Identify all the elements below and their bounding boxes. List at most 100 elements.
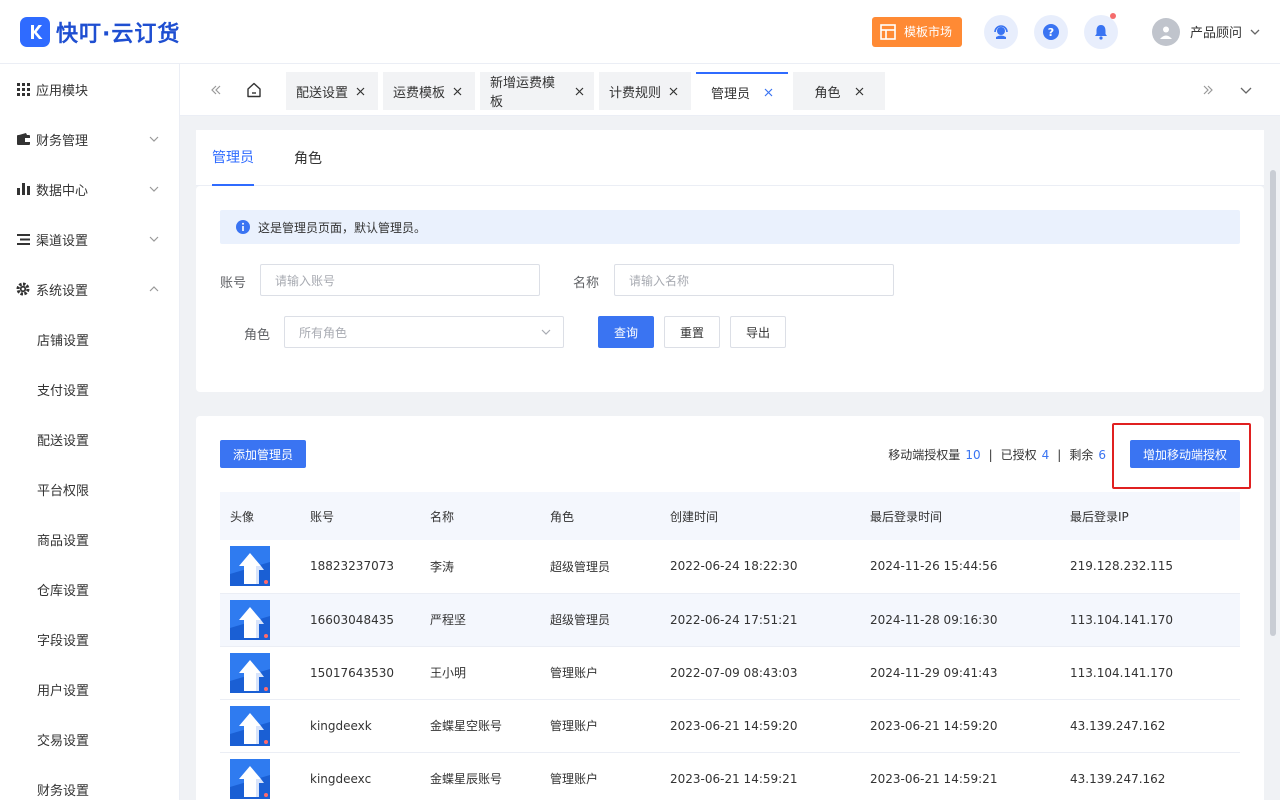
tab-billing-rules[interactable]: 计费规则 bbox=[599, 72, 691, 110]
subtab-admin[interactable]: 管理员 bbox=[212, 130, 254, 186]
sidebar: 应用模块 财务管理 数据中心 渠道设置 系统设置 店铺设置 支付设置 配送设置 … bbox=[0, 64, 180, 800]
role-select[interactable]: 所有角色 bbox=[284, 316, 564, 348]
tab-label: 管理员 bbox=[710, 86, 750, 102]
close-icon[interactable] bbox=[575, 87, 584, 96]
tab-freight-template[interactable]: 运费模板 bbox=[383, 72, 475, 110]
row-ip: 219.128.232.115 bbox=[1060, 540, 1240, 594]
logo-text: 快叮·云订货 bbox=[56, 21, 181, 47]
close-icon[interactable] bbox=[764, 88, 773, 97]
export-button[interactable]: 导出 bbox=[730, 316, 786, 348]
notification-button[interactable] bbox=[1083, 12, 1118, 49]
help-button[interactable]: ? bbox=[1033, 14, 1068, 49]
close-icon[interactable] bbox=[669, 87, 678, 96]
row-account: kingdeexc bbox=[300, 752, 420, 800]
sidebar-item-channel[interactable]: 渠道设置 bbox=[0, 214, 179, 264]
sidebar-item-system-settings[interactable]: 系统设置 bbox=[0, 264, 179, 314]
chevron-down-icon[interactable] bbox=[1234, 78, 1258, 102]
table-row[interactable]: 15017643530 王小明 管理账户 2022-07-09 08:43:03… bbox=[220, 646, 1240, 700]
tab-role[interactable]: 角色 bbox=[793, 72, 885, 110]
sidebar-subitem-permissions[interactable]: 平台权限 bbox=[0, 464, 179, 514]
row-name: 严程坚 bbox=[420, 593, 540, 647]
sidebar-subitem-finance[interactable]: 财务设置 bbox=[0, 764, 179, 800]
template-market-button[interactable]: 模板市场 bbox=[871, 16, 962, 47]
tab-delivery-settings[interactable]: 配送设置 bbox=[286, 72, 378, 110]
name-input[interactable]: 请输入名称 bbox=[614, 264, 894, 296]
sidebar-item-finance[interactable]: 财务管理 bbox=[0, 114, 179, 164]
col-avatar: 头像 bbox=[230, 509, 255, 524]
tab-label: 新增运费模板 bbox=[490, 76, 556, 110]
account-input[interactable]: 请输入账号 bbox=[260, 264, 540, 296]
sidebar-subitem-users[interactable]: 用户设置 bbox=[0, 664, 179, 714]
row-role: 管理账户 bbox=[540, 752, 660, 800]
user-name[interactable]: 产品顾问 bbox=[1190, 22, 1242, 41]
template-icon bbox=[880, 23, 896, 40]
filter-panel: 这是管理员页面，默认管理员。 账号 请输入账号 名称 请输入名称 角色 所有角色… bbox=[196, 186, 1264, 392]
row-ip: 113.104.141.170 bbox=[1060, 646, 1240, 700]
avatar[interactable] bbox=[1151, 17, 1180, 46]
alert-text: 这是管理员页面，默认管理员。 bbox=[258, 220, 427, 235]
stats-separator: | bbox=[988, 447, 993, 462]
logo[interactable]: 快叮·云订货 bbox=[20, 16, 180, 48]
avatar-image bbox=[230, 652, 270, 693]
row-avatar bbox=[220, 593, 300, 647]
row-name: 李涛 bbox=[420, 540, 540, 594]
info-icon bbox=[236, 220, 250, 234]
scroll-left-icon[interactable] bbox=[204, 78, 228, 102]
sidebar-item-label: 应用模块 bbox=[36, 83, 89, 99]
sidebar-subitem-store[interactable]: 店铺设置 bbox=[0, 314, 179, 364]
sub-tabs: 管理员 角色 bbox=[196, 130, 1264, 186]
sidebar-subitem-trade[interactable]: 交易设置 bbox=[0, 714, 179, 764]
template-market-label: 模板市场 bbox=[903, 25, 952, 39]
row-account: 16603048435 bbox=[300, 593, 420, 647]
customer-service-button[interactable] bbox=[983, 14, 1018, 49]
list-panel: 添加管理员 移动端授权量 10 | 已授权 4 | 剩余 6 增加移动端授权 头… bbox=[196, 416, 1264, 800]
chevron-down-icon[interactable] bbox=[1250, 27, 1260, 37]
remaining-label: 剩余 bbox=[1069, 448, 1094, 462]
info-alert: 这是管理员页面，默认管理员。 bbox=[220, 210, 1240, 244]
tab-new-freight-template[interactable]: 新增运费模板 bbox=[480, 72, 594, 110]
row-name: 王小明 bbox=[420, 646, 540, 700]
sidebar-subitem-payment[interactable]: 支付设置 bbox=[0, 364, 179, 414]
bell-icon bbox=[1094, 24, 1107, 40]
sidebar-subitem-delivery[interactable]: 配送设置 bbox=[0, 414, 179, 464]
row-ip: 43.139.247.162 bbox=[1060, 699, 1240, 753]
row-account: kingdeexk bbox=[300, 699, 420, 753]
close-icon[interactable] bbox=[356, 87, 365, 96]
sidebar-item-app-modules[interactable]: 应用模块 bbox=[0, 64, 179, 114]
sidebar-subitem-goods[interactable]: 商品设置 bbox=[0, 514, 179, 564]
add-admin-button[interactable]: 添加管理员 bbox=[220, 440, 306, 468]
notification-dot bbox=[1109, 12, 1116, 19]
name-placeholder: 请输入名称 bbox=[629, 273, 690, 288]
query-button[interactable]: 查询 bbox=[598, 316, 654, 348]
sidebar-subitem-warehouse[interactable]: 仓库设置 bbox=[0, 564, 179, 614]
scroll-right-icon[interactable] bbox=[1196, 78, 1220, 102]
col-role: 角色 bbox=[550, 509, 575, 524]
row-role: 管理账户 bbox=[540, 699, 660, 753]
reset-button[interactable]: 重置 bbox=[664, 316, 720, 348]
sidebar-subitem-fields[interactable]: 字段设置 bbox=[0, 614, 179, 664]
sidebar-item-label: 系统设置 bbox=[36, 283, 89, 299]
row-name: 金蝶星辰账号 bbox=[420, 752, 540, 800]
row-created: 2022-06-24 17:51:21 bbox=[660, 593, 860, 647]
mobile-auth-stats: 移动端授权量 10 | 已授权 4 | 剩余 6 bbox=[888, 446, 1106, 463]
col-last-login: 最后登录时间 bbox=[870, 509, 943, 524]
home-icon[interactable] bbox=[242, 78, 266, 102]
gear-icon bbox=[16, 282, 30, 296]
table-header-row: 头像 账号 名称 角色 创建时间 最后登录时间 最后登录IP bbox=[220, 492, 1240, 540]
tab-admin[interactable]: 管理员 bbox=[696, 72, 788, 110]
avatar-image bbox=[230, 758, 270, 799]
row-avatar bbox=[220, 540, 300, 594]
bar-chart-icon bbox=[16, 182, 30, 196]
sidebar-item-data-center[interactable]: 数据中心 bbox=[0, 164, 179, 214]
table-row[interactable]: 18823237073 李涛 超级管理员 2022-06-24 18:22:30… bbox=[220, 540, 1240, 594]
row-last-login: 2024-11-26 15:44:56 bbox=[860, 540, 1060, 594]
table-row[interactable]: kingdeexc 金蝶星辰账号 管理账户 2023-06-21 14:59:2… bbox=[220, 752, 1240, 800]
close-icon[interactable] bbox=[453, 87, 462, 96]
highlight-box bbox=[1112, 423, 1251, 489]
svg-text:?: ? bbox=[1048, 26, 1054, 39]
subtab-role[interactable]: 角色 bbox=[294, 130, 322, 186]
table-row[interactable]: kingdeexk 金蝶星空账号 管理账户 2023-06-21 14:59:2… bbox=[220, 699, 1240, 753]
scrollbar[interactable] bbox=[1270, 170, 1276, 636]
table-row[interactable]: 16603048435 严程坚 超级管理员 2022-06-24 17:51:2… bbox=[220, 593, 1240, 647]
close-icon[interactable] bbox=[855, 87, 864, 96]
